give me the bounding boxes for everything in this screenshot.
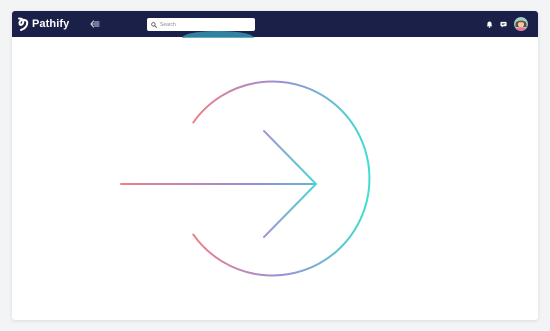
bell-icon[interactable]: [486, 21, 493, 28]
pathify-logo-icon: [18, 17, 29, 31]
brand[interactable]: Pathify: [17, 16, 69, 32]
chat-icon[interactable]: [500, 21, 507, 28]
collapse-sidebar-button[interactable]: [89, 18, 101, 30]
top-navbar: Pathify: [12, 11, 538, 38]
brand-name: Pathify: [32, 18, 70, 30]
search-input[interactable]: [157, 19, 250, 30]
main-content: [12, 37, 538, 320]
collapse-sidebar-icon: [90, 20, 100, 28]
app-window: Pathify: [12, 11, 538, 320]
arrow-right-circle-icon: [120, 80, 371, 277]
navbar-actions: [486, 16, 528, 32]
search-bar[interactable]: [147, 18, 255, 31]
avatar[interactable]: [514, 17, 528, 31]
circle-arc: [192, 80, 371, 277]
